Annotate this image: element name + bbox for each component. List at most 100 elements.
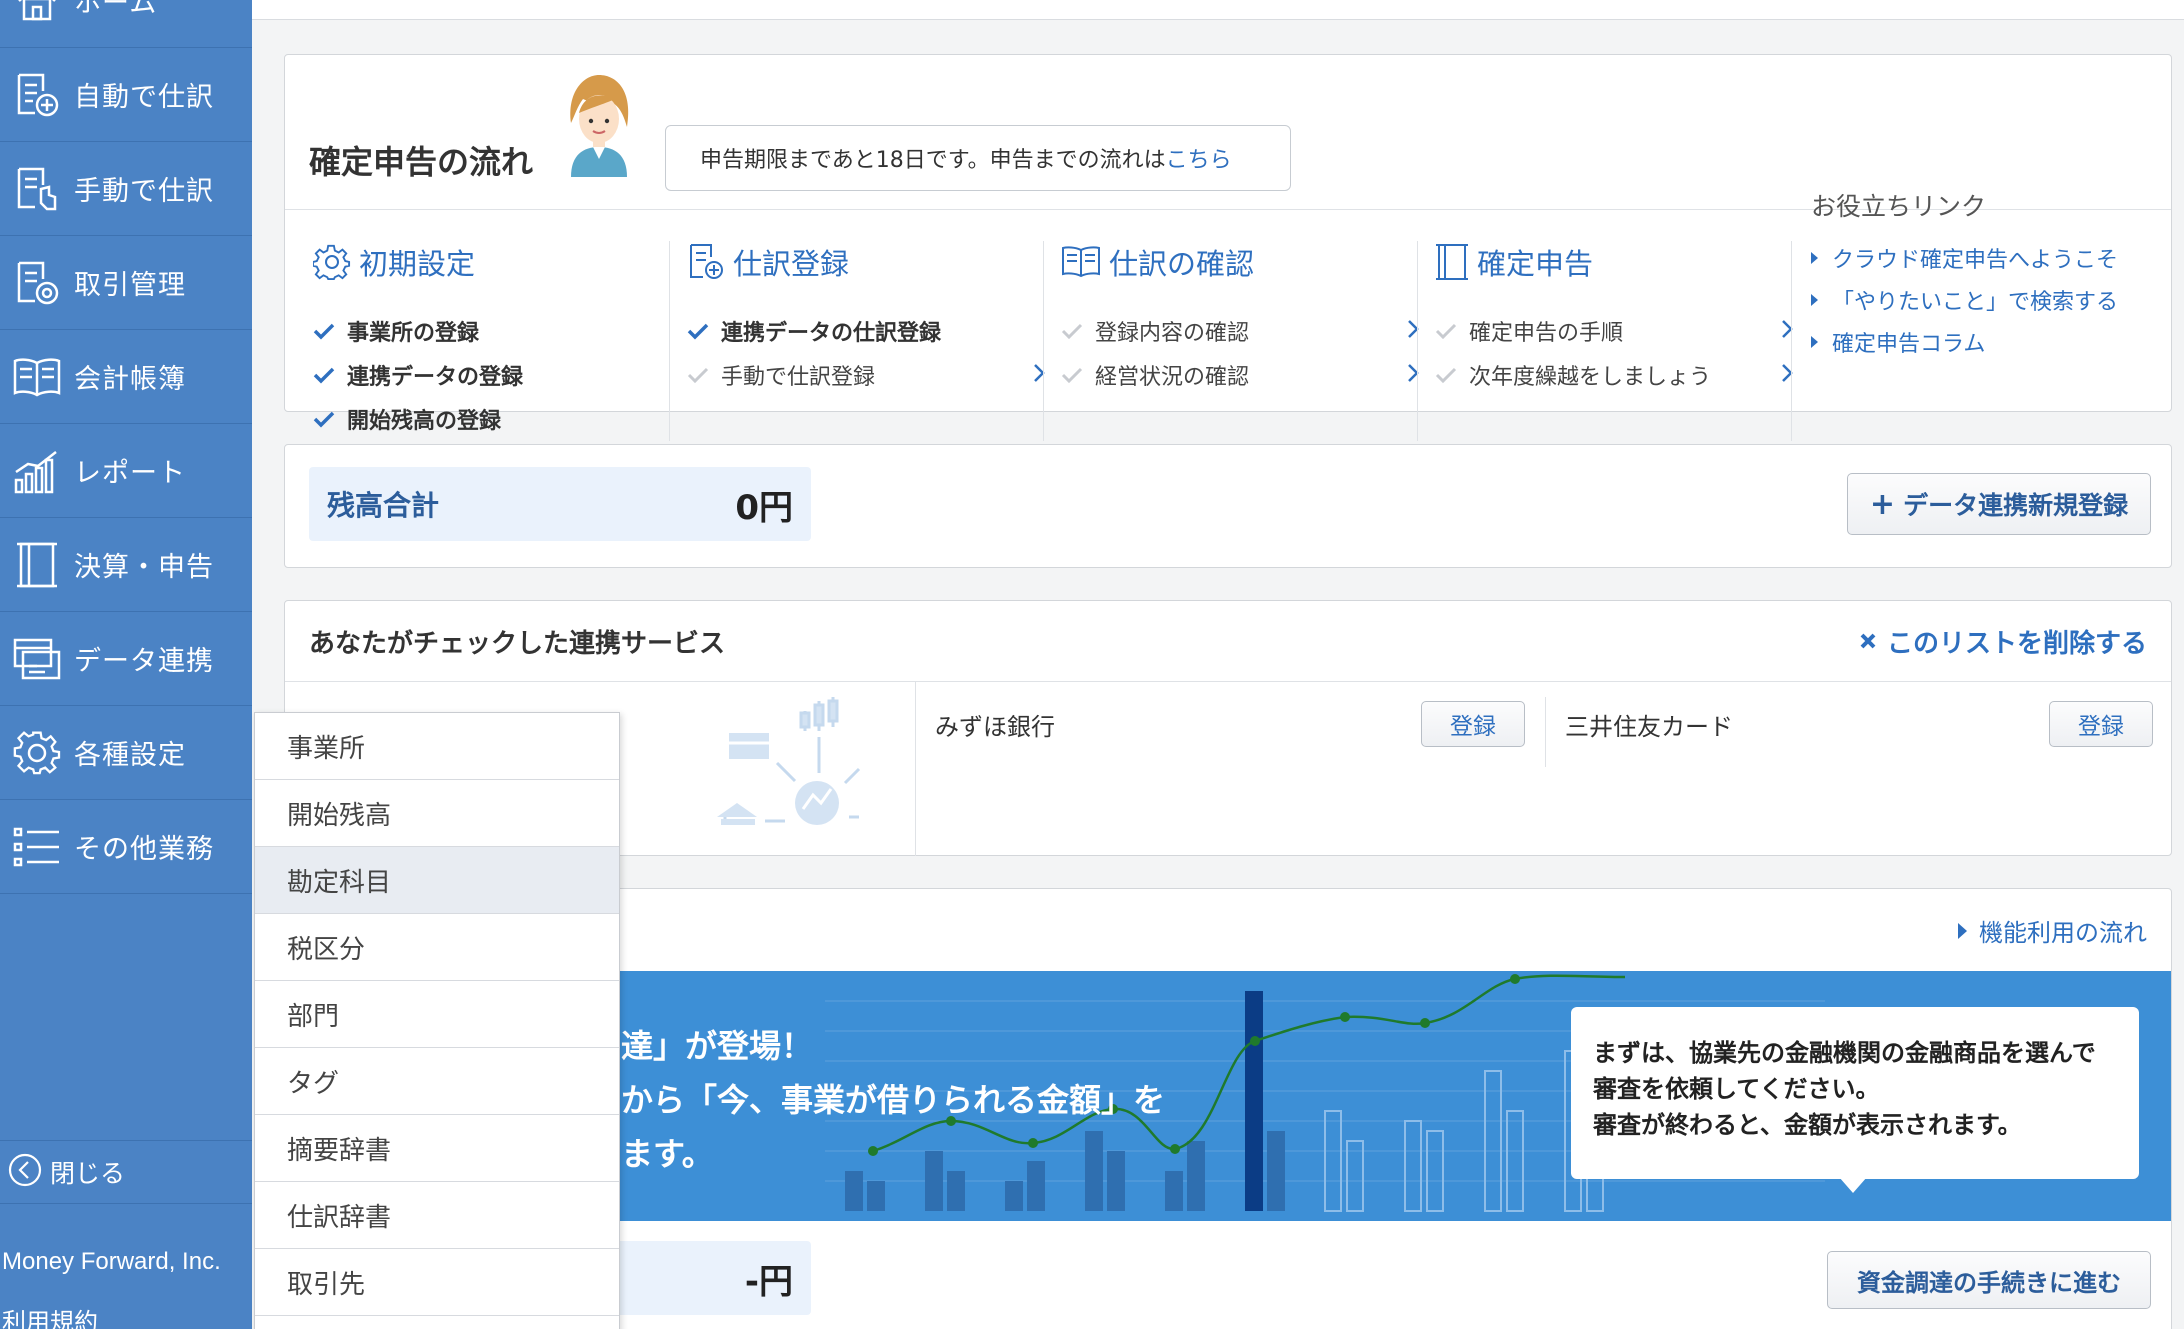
useful-link[interactable]: クラウド確定申告へようこそ xyxy=(1811,237,2183,279)
balance-label: 残高合計 xyxy=(327,489,440,522)
document-icon xyxy=(1435,242,1469,282)
ledger-book-icon xyxy=(0,355,74,399)
service-name: 三井住友カード xyxy=(1565,713,1733,741)
flow-step[interactable]: 登録内容の確認 xyxy=(1061,309,1433,353)
menu-item-office[interactable]: 事業所 xyxy=(255,713,619,780)
flow-column-tax-return: 確定申告 確定申告の手順 次年度繰越をしましょう xyxy=(1435,241,1807,441)
tax-return-flow-card: 確定申告の流れ 申告期限まであと18日です。申告までの流れは こちら 初期設定 事… xyxy=(284,54,2172,441)
register-button[interactable]: 登録 xyxy=(2049,701,2153,747)
column-separator xyxy=(669,241,670,441)
sidebar-close-button[interactable]: 閉じる xyxy=(0,1140,252,1204)
check-icon xyxy=(1435,366,1469,384)
menu-item-summary-dictionary[interactable]: 摘要辞書 xyxy=(255,1115,619,1182)
column-heading[interactable]: 仕訳の確認 xyxy=(1061,241,1433,283)
check-icon xyxy=(313,322,347,340)
useful-link[interactable]: 確定申告コラム xyxy=(1811,321,2183,363)
balance-card: 残高合計 0円 + データ連携新規登録 xyxy=(284,444,2172,568)
flow-column-journal-check: 仕訳の確認 登録内容の確認 経営状況の確認 xyxy=(1061,241,1433,441)
banner-line-3: ます。 xyxy=(621,1135,714,1173)
menu-item-tag[interactable]: タグ xyxy=(255,1048,619,1115)
sidebar-item-transactions[interactable]: 取引管理 xyxy=(0,236,252,330)
flow-step[interactable]: 事業所の登録 xyxy=(313,309,685,353)
flow-step[interactable]: 経営状況の確認 xyxy=(1061,353,1433,397)
company-name: Money Forward, Inc. xyxy=(2,1248,221,1275)
tooltip-tail xyxy=(1839,1177,1867,1193)
triangle-right-icon xyxy=(1811,252,1818,264)
deadline-notice: 申告期限まであと18日です。申告までの流れは こちら xyxy=(665,125,1291,191)
check-icon xyxy=(313,410,347,428)
menu-item-opening-balance[interactable]: 開始残高 xyxy=(255,780,619,847)
column-heading[interactable]: 初期設定 xyxy=(313,241,685,283)
sidebar-item-report[interactable]: レポート xyxy=(0,424,252,518)
sidebar-item-ledger[interactable]: 会計帳簿 xyxy=(0,330,252,424)
sidebar-item-home[interactable]: ホーム xyxy=(0,0,252,48)
delete-list-button[interactable]: このリストを削除する xyxy=(1859,623,2147,660)
flow-step[interactable]: 連携データの仕訳登録 xyxy=(687,309,1059,353)
services-divider xyxy=(285,681,2171,682)
menu-item-account-titles[interactable]: 勘定科目 xyxy=(255,847,619,914)
report-chart-icon xyxy=(0,446,74,496)
column-heading[interactable]: 仕訳登録 xyxy=(687,241,1059,283)
sidebar-item-data-link[interactable]: データ連携 xyxy=(0,612,252,706)
journal-add-icon xyxy=(687,243,725,281)
banner-line-2: から「今、事業が借りられる金額」を xyxy=(621,1081,1166,1119)
flow-step[interactable]: 連携データの登録 xyxy=(313,353,685,397)
flow-column-initial-setup: 初期設定 事業所の登録 連携データの登録 開始残高の登録 xyxy=(313,241,685,441)
transaction-icon xyxy=(0,259,74,307)
proceed-financing-button[interactable]: 資金調達の手続きに進む xyxy=(1827,1251,2151,1309)
menu-item-department[interactable]: 部門 xyxy=(255,981,619,1048)
flow-title: 確定申告の流れ xyxy=(309,143,534,181)
list-icon xyxy=(0,826,74,868)
financing-tooltip: まずは、協業先の金融機関の金融商品を選んで 審査を依頼してください。 審査が終わ… xyxy=(1571,1007,2139,1179)
sidebar-item-settings[interactable]: 各種設定 xyxy=(0,706,252,800)
sidebar-item-manual-journal[interactable]: 手動で仕訳 xyxy=(0,142,252,236)
check-icon xyxy=(687,366,721,384)
balance-value: 0円 xyxy=(735,487,793,528)
triangle-right-icon xyxy=(1958,922,1967,939)
menu-item-tax-category[interactable]: 税区分 xyxy=(255,914,619,981)
notice-link[interactable]: こちら xyxy=(1166,142,1232,174)
useful-links: お役立ちリンク クラウド確定申告へようこそ 「やりたいこと」で検索する 確定申告… xyxy=(1811,187,2183,387)
add-data-link-button[interactable]: + データ連携新規登録 xyxy=(1847,473,2151,535)
menu-item-journal-dictionary[interactable]: 仕訳辞書 xyxy=(255,1182,619,1249)
gear-icon xyxy=(0,729,74,777)
flow-step[interactable]: 手動で仕訳登録 xyxy=(687,353,1059,397)
manual-journal-icon xyxy=(0,165,74,213)
amount-value: -円 xyxy=(744,1261,793,1302)
feature-flow-link[interactable]: 機能利用の流れ xyxy=(1958,913,2147,948)
flow-step[interactable]: 確定申告の手順 xyxy=(1435,309,1807,353)
assistant-avatar xyxy=(563,73,635,181)
banner-line-1: 達」が登場！ xyxy=(621,1027,814,1065)
column-separator xyxy=(1043,241,1044,441)
service-separator xyxy=(915,682,916,856)
check-icon xyxy=(1061,322,1095,340)
chevron-left-circle-icon xyxy=(8,1153,42,1191)
useful-link[interactable]: 「やりたいこと」で検索する xyxy=(1811,279,2183,321)
flow-column-journal-entry: 仕訳登録 連携データの仕訳登録 手動で仕訳登録 xyxy=(687,241,1059,441)
column-separator xyxy=(1417,241,1418,441)
register-button[interactable]: 登録 xyxy=(1421,701,1525,747)
column-heading[interactable]: 確定申告 xyxy=(1435,241,1807,283)
service-name: みずほ銀行 xyxy=(935,713,1055,741)
settlement-icon xyxy=(0,540,74,590)
links-heading: お役立ちリンク xyxy=(1811,192,1987,221)
home-icon xyxy=(0,0,74,23)
data-link-icon xyxy=(0,636,74,682)
sidebar-item-settlement[interactable]: 決算・申告 xyxy=(0,518,252,612)
check-icon xyxy=(313,366,347,384)
sidebar: ホーム 自動で仕訳 手動で仕訳 取引管理 会計帳簿 レポート 決算・申告 データ… xyxy=(0,0,252,1329)
service-separator xyxy=(1545,697,1546,767)
terms-link[interactable]: 利用規約 xyxy=(2,1302,98,1329)
auto-journal-icon xyxy=(0,71,74,119)
check-icon xyxy=(1061,366,1095,384)
check-icon xyxy=(1435,322,1469,340)
flow-step[interactable]: 次年度繰越をしましょう xyxy=(1435,353,1807,397)
flow-step[interactable]: 開始残高の登録 xyxy=(313,397,685,441)
top-header xyxy=(252,0,2184,20)
menu-item-business-partner[interactable]: 取引先 xyxy=(255,1249,619,1316)
sidebar-item-auto-journal[interactable]: 自動で仕訳 xyxy=(0,48,252,142)
sidebar-item-other[interactable]: その他業務 xyxy=(0,800,252,894)
balance-summary: 残高合計 0円 xyxy=(309,467,811,541)
triangle-right-icon xyxy=(1811,294,1818,306)
plus-icon: + xyxy=(1869,486,1896,522)
